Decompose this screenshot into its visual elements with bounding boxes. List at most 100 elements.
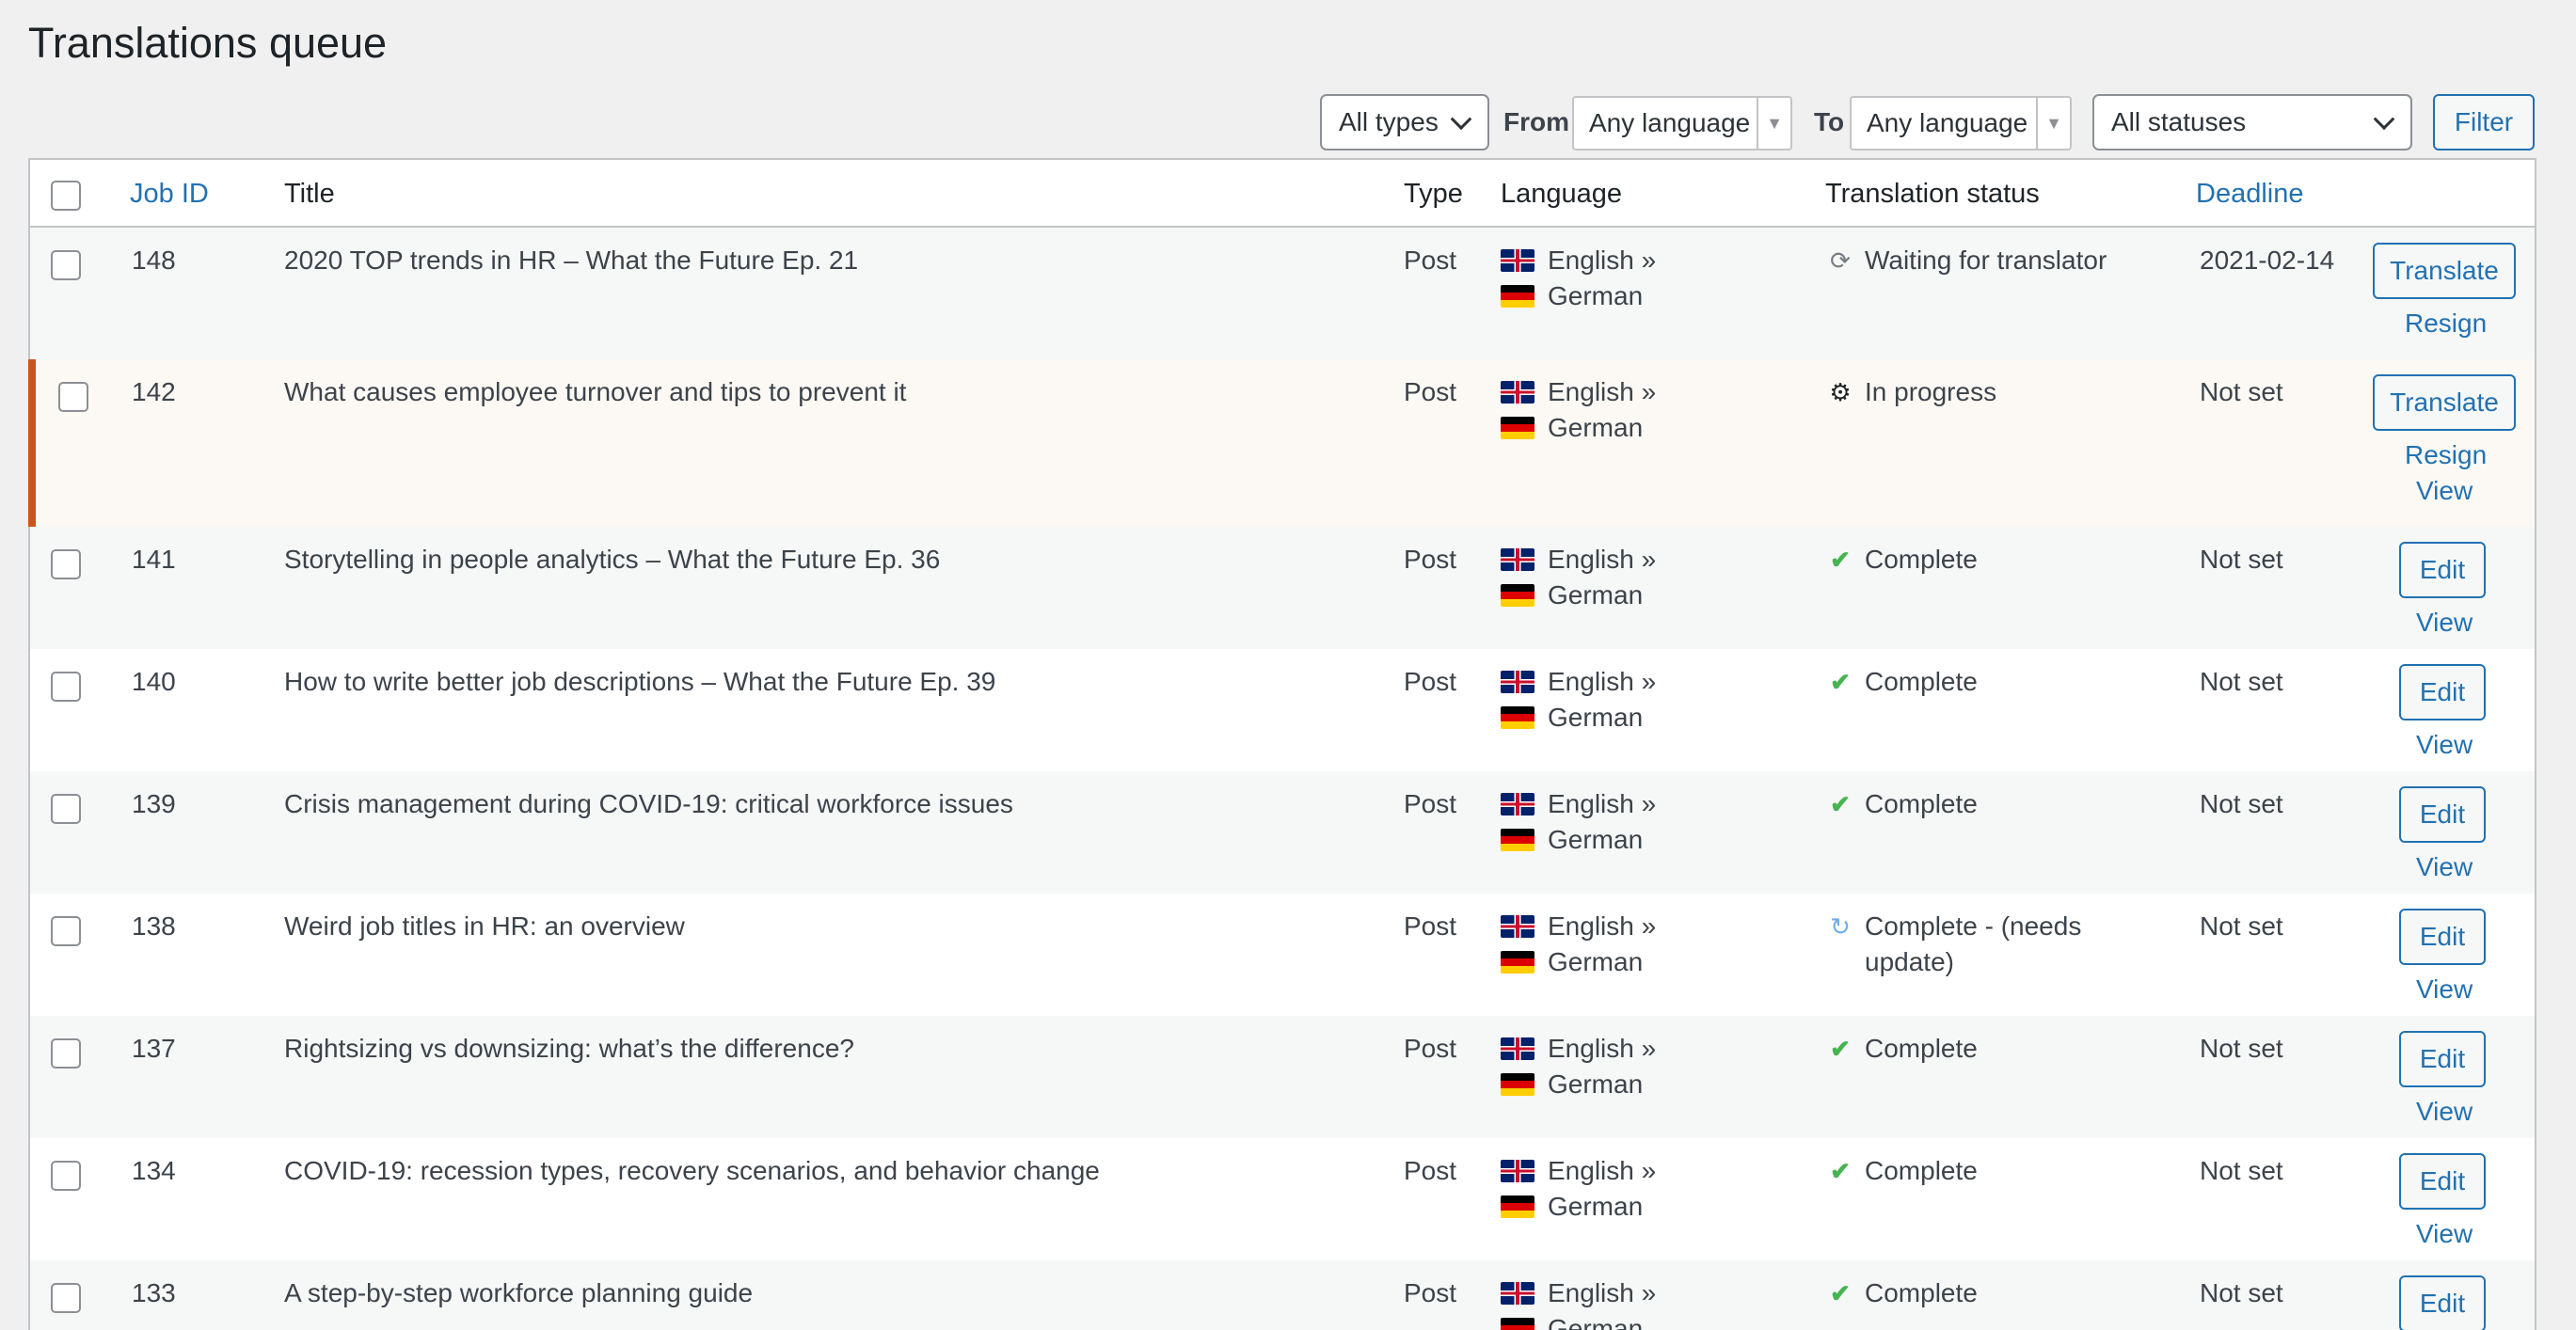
job-title: Storytelling in people analytics – What …	[284, 545, 941, 574]
status-text-continued: update)	[1865, 947, 1954, 976]
job-language: English » German	[1501, 542, 1656, 613]
job-title: A step-by-step workforce planning guide	[284, 1278, 754, 1307]
source-language: English »	[1548, 1156, 1657, 1185]
translation-status: ✔ Complete	[1827, 1153, 1978, 1189]
translation-status: ✔ Complete	[1827, 1275, 1978, 1311]
job-language: English » German	[1501, 1031, 1656, 1102]
translation-status: ⚙ In progress	[1827, 374, 1996, 410]
row-checkbox[interactable]	[51, 250, 81, 280]
deadline: Not set	[2200, 911, 2283, 941]
translation-status: ✔ Complete	[1827, 664, 1978, 700]
job-title: How to write better job descriptions – W…	[284, 667, 996, 696]
edit-button[interactable]: Edit	[2399, 1031, 2486, 1087]
deadline: 2021-02-14	[2200, 245, 2335, 275]
view-link[interactable]: View	[2416, 852, 2473, 882]
german-flag-icon	[1501, 1195, 1534, 1218]
target-language: German	[1548, 413, 1644, 442]
table-row: 139 Crisis management during COVID-19: cr…	[30, 771, 2535, 894]
resign-link[interactable]: Resign	[2405, 309, 2487, 339]
status-text: Complete	[1865, 1156, 1978, 1185]
german-flag-icon	[1501, 417, 1534, 439]
target-language: German	[1548, 825, 1644, 854]
to-language-select[interactable]: Any language ▼	[1850, 96, 2072, 150]
to-label: To	[1814, 107, 1845, 136]
job-type: Post	[1404, 245, 1457, 275]
type-select-value: All types	[1339, 107, 1439, 136]
row-checkbox[interactable]	[58, 382, 88, 412]
source-language: English »	[1548, 1034, 1657, 1063]
edit-button[interactable]: Edit	[2399, 664, 2486, 720]
view-link[interactable]: View	[2416, 608, 2473, 638]
target-language: German	[1548, 1192, 1644, 1221]
source-language: English »	[1548, 667, 1657, 696]
target-language: German	[1548, 281, 1644, 310]
job-id: 139	[132, 789, 176, 818]
edit-button[interactable]: Edit	[2399, 1153, 2486, 1210]
source-language: English »	[1548, 1278, 1657, 1307]
job-title: Rightsizing vs downsizing: what’s the di…	[284, 1034, 854, 1063]
job-type: Post	[1404, 1034, 1457, 1063]
view-link[interactable]: View	[2416, 1219, 2473, 1249]
row-checkbox[interactable]	[51, 549, 81, 579]
view-link[interactable]: View	[2416, 476, 2473, 506]
job-type: Post	[1404, 545, 1457, 574]
job-title: Crisis management during COVID-19: criti…	[284, 789, 1013, 818]
deadline: Not set	[2200, 1156, 2283, 1185]
row-checkbox[interactable]	[51, 916, 81, 946]
table-row: 141 Storytelling in people analytics – Wh…	[30, 527, 2535, 649]
column-header-job-id[interactable]: Job ID	[130, 179, 209, 210]
job-language: English » German	[1501, 243, 1656, 314]
uk-flag-icon	[1501, 1282, 1534, 1305]
dropdown-arrow-icon: ▼	[2036, 98, 2070, 149]
table-row: 137 Rightsizing vs downsizing: what’s the…	[30, 1016, 2535, 1138]
resign-link[interactable]: Resign	[2405, 440, 2487, 470]
job-id: 133	[132, 1278, 176, 1307]
target-language: German	[1548, 1314, 1644, 1330]
column-header-deadline[interactable]: Deadline	[2196, 179, 2303, 210]
uk-flag-icon	[1501, 671, 1534, 693]
edit-button[interactable]: Edit	[2399, 1275, 2486, 1330]
source-language: English »	[1548, 245, 1657, 275]
check-icon: ✔	[1830, 790, 1851, 818]
update-icon: ↻	[1830, 912, 1851, 941]
to-language-value: Any language	[1867, 108, 2028, 137]
edit-button[interactable]: Edit	[2399, 786, 2486, 843]
column-header-title: Title	[284, 179, 335, 209]
chevron-down-icon	[2373, 108, 2395, 131]
view-link[interactable]: View	[2416, 1097, 2473, 1127]
filter-button[interactable]: Filter	[2433, 94, 2535, 150]
uk-flag-icon	[1501, 548, 1534, 571]
deadline: Not set	[2200, 377, 2283, 406]
from-language-select[interactable]: Any language ▼	[1572, 96, 1792, 150]
translation-status: ✔ Complete	[1827, 786, 1978, 822]
filter-bar: All types From Any language ▼ To Any lan…	[0, 94, 2576, 152]
job-title: 2020 TOP trends in HR – What the Future …	[284, 245, 859, 275]
job-language: English » German	[1501, 1275, 1656, 1330]
deadline: Not set	[2200, 789, 2283, 818]
edit-button[interactable]: Edit	[2399, 909, 2486, 965]
edit-button[interactable]: Edit	[2399, 542, 2486, 598]
row-checkbox[interactable]	[51, 1283, 81, 1313]
row-checkbox[interactable]	[51, 672, 81, 702]
job-id: 148	[132, 245, 176, 275]
german-flag-icon	[1501, 1318, 1534, 1330]
row-checkbox[interactable]	[51, 794, 81, 824]
status-select[interactable]: All statuses	[2092, 94, 2412, 150]
deadline: Not set	[2200, 1034, 2283, 1063]
status-text: Complete	[1865, 667, 1978, 696]
translate-button[interactable]: Translate	[2373, 374, 2516, 431]
job-title: Weird job titles in HR: an overview	[284, 911, 685, 941]
type-select[interactable]: All types	[1320, 94, 1489, 150]
german-flag-icon	[1501, 951, 1534, 974]
job-language: English » German	[1501, 909, 1656, 980]
job-title: COVID-19: recession types, recovery scen…	[284, 1156, 1100, 1185]
view-link[interactable]: View	[2416, 730, 2473, 760]
job-type: Post	[1404, 1278, 1457, 1307]
translate-button[interactable]: Translate	[2373, 243, 2516, 299]
job-type: Post	[1404, 789, 1457, 818]
row-checkbox[interactable]	[51, 1161, 81, 1191]
select-all-checkbox[interactable]	[51, 181, 81, 211]
table-row: 142 What causes employee turnover and tip…	[28, 359, 2535, 527]
row-checkbox[interactable]	[51, 1038, 81, 1069]
view-link[interactable]: View	[2416, 974, 2473, 1005]
